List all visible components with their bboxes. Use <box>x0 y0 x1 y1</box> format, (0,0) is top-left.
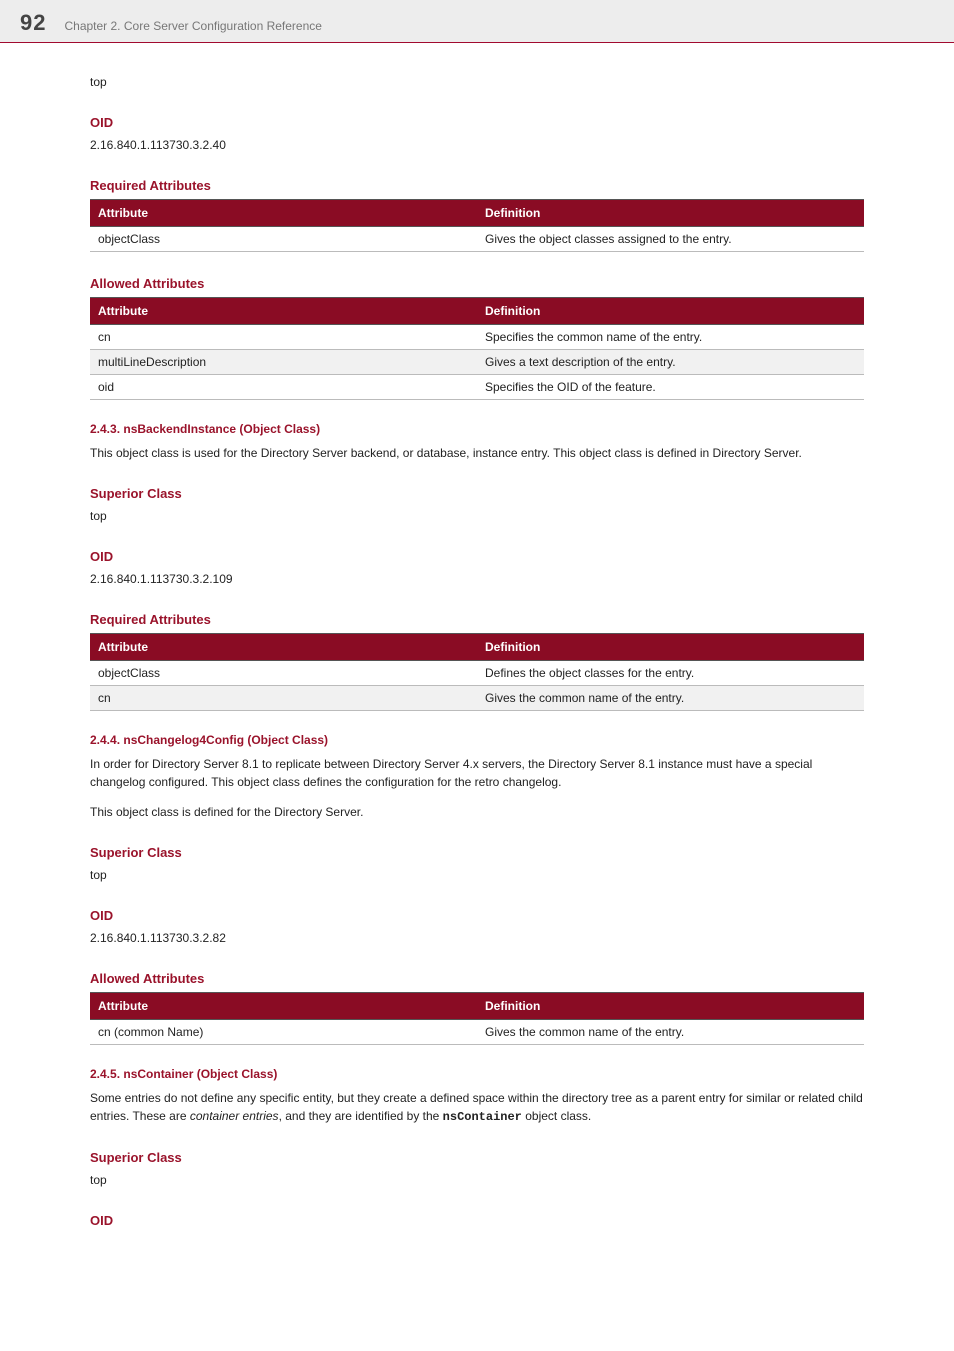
attr-cell: cn (common Name) <box>90 1020 477 1045</box>
required-attributes-table-243: Attribute Definition objectClass Defines… <box>90 633 864 711</box>
desc-post: object class. <box>522 1109 591 1123</box>
table-row: cn Gives the common name of the entry. <box>90 686 864 711</box>
section-245-heading: 2.4.5. nsContainer (Object Class) <box>90 1067 864 1081</box>
superior-class-value: top <box>90 1171 864 1189</box>
attr-cell: objectClass <box>90 227 477 252</box>
page-number: 92 <box>20 10 46 36</box>
def-cell: Specifies the OID of the feature. <box>477 375 864 400</box>
superior-class-value: top <box>90 507 864 525</box>
attr-cell: objectClass <box>90 661 477 686</box>
table-row: cn (common Name) Gives the common name o… <box>90 1020 864 1045</box>
col-attribute: Attribute <box>90 200 477 227</box>
page-content: top OID 2.16.840.1.113730.3.2.40 Require… <box>0 43 954 1274</box>
superior-class-heading: Superior Class <box>90 1150 864 1165</box>
required-attributes-heading: Required Attributes <box>90 178 864 193</box>
table-row: objectClass Gives the object classes ass… <box>90 227 864 252</box>
chapter-title: Chapter 2. Core Server Configuration Ref… <box>64 19 321 33</box>
def-cell: Gives a text description of the entry. <box>477 350 864 375</box>
attr-cell: cn <box>90 325 477 350</box>
superior-class-value: top <box>90 866 864 884</box>
oid-value: 2.16.840.1.113730.3.2.82 <box>90 929 864 947</box>
col-definition: Definition <box>477 993 864 1020</box>
col-definition: Definition <box>477 298 864 325</box>
table-row: cn Specifies the common name of the entr… <box>90 325 864 350</box>
section-243-desc: This object class is used for the Direct… <box>90 444 864 462</box>
allowed-attributes-heading: Allowed Attributes <box>90 971 864 986</box>
def-cell: Gives the object classes assigned to the… <box>477 227 864 252</box>
desc-em: container entries <box>190 1109 279 1123</box>
def-cell: Defines the object classes for the entry… <box>477 661 864 686</box>
section-245-desc: Some entries do not define any specific … <box>90 1089 864 1126</box>
attr-cell: multiLineDescription <box>90 350 477 375</box>
def-cell: Specifies the common name of the entry. <box>477 325 864 350</box>
section-243-heading: 2.4.3. nsBackendInstance (Object Class) <box>90 422 864 436</box>
col-attribute: Attribute <box>90 298 477 325</box>
oid-heading: OID <box>90 908 864 923</box>
top-text: top <box>90 73 864 91</box>
oid-value: 2.16.840.1.113730.3.2.109 <box>90 570 864 588</box>
oid-heading: OID <box>90 115 864 130</box>
superior-class-heading: Superior Class <box>90 486 864 501</box>
col-definition: Definition <box>477 200 864 227</box>
desc-code: nsContainer <box>443 1110 522 1124</box>
col-definition: Definition <box>477 634 864 661</box>
section-244-desc2: This object class is defined for the Dir… <box>90 803 864 821</box>
attr-cell: oid <box>90 375 477 400</box>
allowed-attributes-table-244: Attribute Definition cn (common Name) Gi… <box>90 992 864 1045</box>
col-attribute: Attribute <box>90 993 477 1020</box>
desc-mid: , and they are identified by the <box>279 1109 443 1123</box>
attr-cell: cn <box>90 686 477 711</box>
oid-heading: OID <box>90 549 864 564</box>
def-cell: Gives the common name of the entry. <box>477 686 864 711</box>
required-attributes-table: Attribute Definition objectClass Gives t… <box>90 199 864 252</box>
allowed-attributes-heading: Allowed Attributes <box>90 276 864 291</box>
table-row: objectClass Defines the object classes f… <box>90 661 864 686</box>
oid-value: 2.16.840.1.113730.3.2.40 <box>90 136 864 154</box>
page-header: 92 Chapter 2. Core Server Configuration … <box>0 0 954 43</box>
table-row: oid Specifies the OID of the feature. <box>90 375 864 400</box>
col-attribute: Attribute <box>90 634 477 661</box>
def-cell: Gives the common name of the entry. <box>477 1020 864 1045</box>
table-row: multiLineDescription Gives a text descri… <box>90 350 864 375</box>
section-244-heading: 2.4.4. nsChangelog4Config (Object Class) <box>90 733 864 747</box>
allowed-attributes-table: Attribute Definition cn Specifies the co… <box>90 297 864 400</box>
section-244-desc: In order for Directory Server 8.1 to rep… <box>90 755 864 791</box>
superior-class-heading: Superior Class <box>90 845 864 860</box>
oid-heading: OID <box>90 1213 864 1228</box>
required-attributes-heading: Required Attributes <box>90 612 864 627</box>
